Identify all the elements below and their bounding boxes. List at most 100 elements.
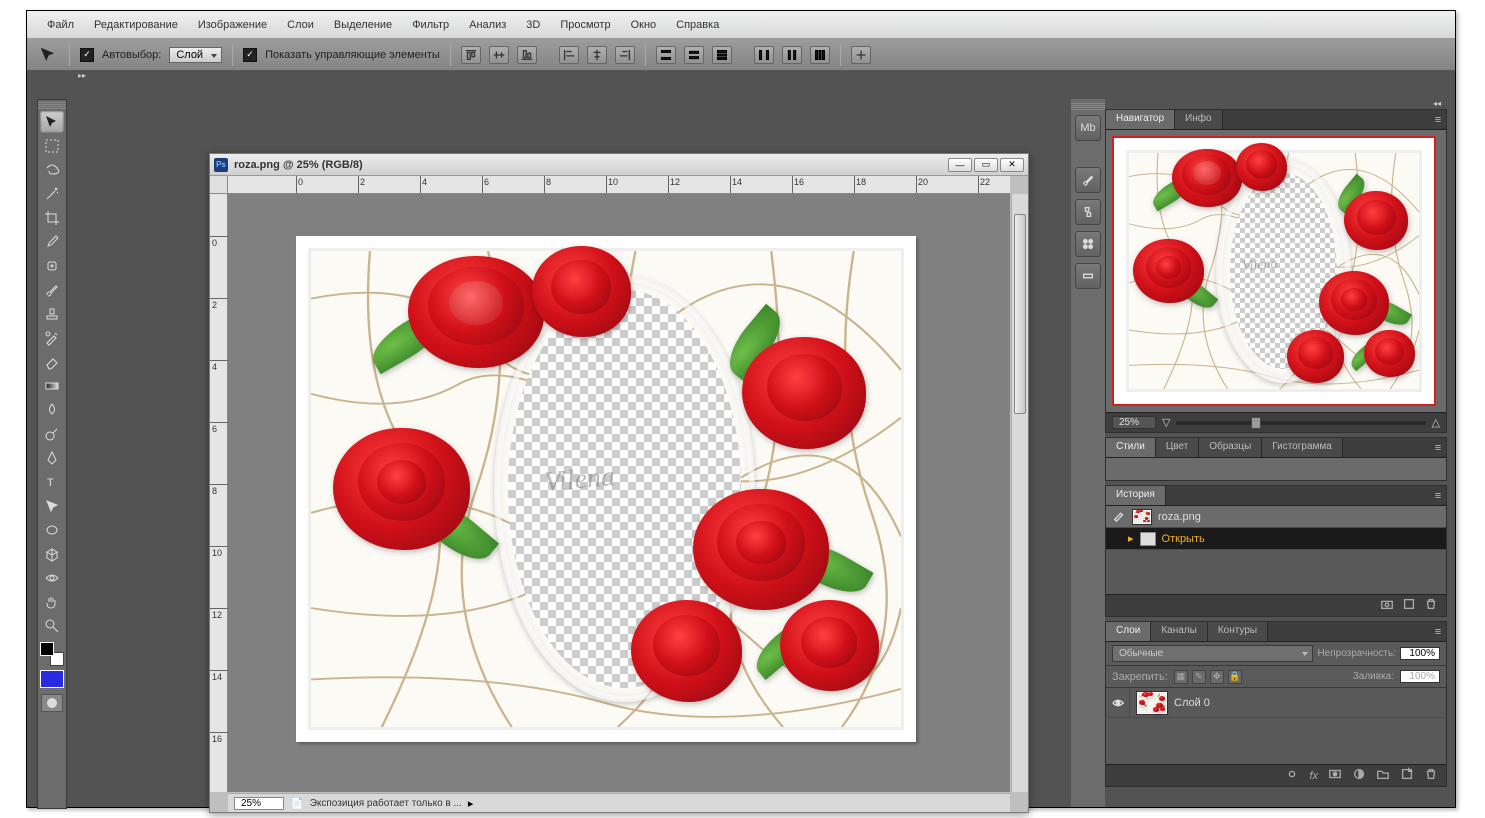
gradient-tool-icon[interactable] bbox=[40, 375, 64, 397]
distribute-top-icon[interactable] bbox=[656, 46, 676, 64]
new-layer-icon[interactable] bbox=[1400, 767, 1414, 784]
zoom-tool-icon[interactable] bbox=[40, 615, 64, 637]
adjustment-layer-icon[interactable] bbox=[1352, 767, 1366, 784]
layer-style-icon[interactable]: fx bbox=[1309, 770, 1318, 782]
window-close-icon[interactable]: ✕ bbox=[1000, 158, 1024, 172]
zoom-out-icon[interactable]: ▽ bbox=[1162, 416, 1170, 429]
align-hcenter-icon[interactable] bbox=[587, 46, 607, 64]
new-snapshot-icon[interactable] bbox=[1380, 597, 1394, 614]
panel-menu-icon[interactable]: ≡ bbox=[1430, 622, 1446, 641]
distribute-bottom-icon[interactable] bbox=[712, 46, 732, 64]
menu-window[interactable]: Окно bbox=[621, 15, 667, 35]
brush-panel-icon[interactable] bbox=[1075, 167, 1101, 193]
layer-mask-icon[interactable] bbox=[1328, 767, 1342, 784]
distribute-vcenter-icon[interactable] bbox=[684, 46, 704, 64]
auto-select-checkbox[interactable]: ✓ bbox=[80, 48, 94, 62]
ruler-horizontal[interactable]: 0246810121416182022 bbox=[228, 176, 1010, 194]
fill-value[interactable]: 100% bbox=[1400, 670, 1440, 683]
history-source-row[interactable]: Vilena roza.png bbox=[1106, 506, 1446, 528]
tab-history[interactable]: История bbox=[1106, 486, 1166, 505]
tab-styles[interactable]: Стили bbox=[1106, 438, 1156, 457]
brush-tool-icon[interactable] bbox=[40, 279, 64, 301]
navigator-zoom-value[interactable]: 25% bbox=[1112, 416, 1156, 429]
document-titlebar[interactable]: Ps roza.png @ 25% (RGB/8) — ▭ ✕ bbox=[210, 154, 1028, 176]
distribute-hcenter-icon[interactable] bbox=[782, 46, 802, 64]
foreground-color[interactable] bbox=[40, 642, 54, 656]
history-brush-tool-icon[interactable] bbox=[40, 327, 64, 349]
panel-menu-icon[interactable]: ≡ bbox=[1430, 438, 1446, 457]
menu-select[interactable]: Выделение bbox=[324, 15, 402, 35]
tab-paths[interactable]: Контуры bbox=[1208, 622, 1268, 641]
path-select-tool-icon[interactable] bbox=[40, 495, 64, 517]
healing-tool-icon[interactable] bbox=[40, 255, 64, 277]
link-layers-icon[interactable] bbox=[1285, 767, 1299, 784]
lock-transparent-icon[interactable]: ▦ bbox=[1174, 670, 1188, 684]
align-vcenter-icon[interactable] bbox=[489, 46, 509, 64]
tab-histogram[interactable]: Гистограмма bbox=[1262, 438, 1343, 457]
canvas[interactable]: Vilena bbox=[296, 236, 916, 742]
3d-camera-tool-icon[interactable] bbox=[40, 567, 64, 589]
menu-view[interactable]: Просмотр bbox=[550, 15, 620, 35]
stamp-tool-icon[interactable] bbox=[40, 303, 64, 325]
shape-tool-icon[interactable] bbox=[40, 519, 64, 541]
status-menu-icon[interactable]: ▸ bbox=[468, 797, 474, 810]
dock-grip[interactable] bbox=[1071, 103, 1105, 111]
menu-layers[interactable]: Слои bbox=[277, 15, 324, 35]
layer-thumbnail[interactable]: Vilena bbox=[1136, 691, 1168, 715]
toolbox-grip[interactable] bbox=[38, 102, 66, 110]
zoom-in-icon[interactable]: △ bbox=[1432, 416, 1440, 429]
tab-info[interactable]: Инфо bbox=[1175, 110, 1223, 129]
3d-tool-icon[interactable] bbox=[40, 543, 64, 565]
align-bottom-icon[interactable] bbox=[517, 46, 537, 64]
delete-icon[interactable] bbox=[1424, 597, 1438, 614]
menu-file[interactable]: Файл bbox=[37, 15, 84, 35]
menu-help[interactable]: Справка bbox=[666, 15, 729, 35]
clone-panel-icon[interactable] bbox=[1075, 199, 1101, 225]
menu-filter[interactable]: Фильтр bbox=[402, 15, 459, 35]
panel-collapse-icon[interactable]: ▸▸ bbox=[67, 71, 97, 81]
distribute-left-icon[interactable] bbox=[754, 46, 774, 64]
tab-navigator[interactable]: Навигатор bbox=[1106, 110, 1175, 129]
crop-tool-icon[interactable] bbox=[40, 207, 64, 229]
panel-menu-icon[interactable]: ≡ bbox=[1430, 110, 1446, 129]
panel-menu-icon[interactable]: ≡ bbox=[1430, 486, 1446, 505]
layer-visibility-icon[interactable] bbox=[1106, 688, 1130, 717]
lasso-tool-icon[interactable] bbox=[40, 159, 64, 181]
window-minimize-icon[interactable]: — bbox=[948, 158, 972, 172]
window-maximize-icon[interactable]: ▭ bbox=[974, 158, 998, 172]
marquee-tool-icon[interactable] bbox=[40, 135, 64, 157]
brush-presets-icon[interactable] bbox=[1075, 231, 1101, 257]
history-step-row[interactable]: ▸ Открыть bbox=[1106, 528, 1446, 550]
lock-pixels-icon[interactable]: ✎ bbox=[1192, 670, 1206, 684]
new-doc-icon[interactable] bbox=[1402, 597, 1416, 614]
blend-mode-dropdown[interactable]: Обычные bbox=[1112, 645, 1313, 662]
layer-name[interactable]: Слой 0 bbox=[1174, 697, 1210, 709]
eyedropper-tool-icon[interactable] bbox=[40, 231, 64, 253]
layer-row[interactable]: Vilena Слой 0 bbox=[1106, 688, 1446, 718]
distribute-right-icon[interactable] bbox=[810, 46, 830, 64]
layer-group-icon[interactable] bbox=[1376, 767, 1390, 784]
blur-tool-icon[interactable] bbox=[40, 399, 64, 421]
pen-tool-icon[interactable] bbox=[40, 447, 64, 469]
tool-presets-icon[interactable] bbox=[1075, 263, 1101, 289]
navigator-thumbnail[interactable]: Vilena bbox=[1112, 136, 1436, 406]
minibridge-icon[interactable]: Mb bbox=[1075, 115, 1101, 141]
auto-align-icon[interactable] bbox=[851, 46, 871, 64]
show-transform-checkbox[interactable]: ✓ bbox=[243, 48, 257, 62]
lock-position-icon[interactable]: ✥ bbox=[1210, 670, 1224, 684]
navigator-zoom-slider[interactable] bbox=[1176, 421, 1425, 425]
hand-tool-icon[interactable] bbox=[40, 591, 64, 613]
opacity-value[interactable]: 100% bbox=[1400, 647, 1440, 660]
lock-all-icon[interactable]: 🔒 bbox=[1228, 670, 1242, 684]
move-tool-icon[interactable] bbox=[40, 111, 64, 133]
delete-layer-icon[interactable] bbox=[1424, 767, 1438, 784]
dodge-tool-icon[interactable] bbox=[40, 423, 64, 445]
eraser-tool-icon[interactable] bbox=[40, 351, 64, 373]
menu-image[interactable]: Изображение bbox=[188, 15, 277, 35]
scrollbar-vertical[interactable] bbox=[1011, 194, 1028, 792]
menu-analysis[interactable]: Анализ bbox=[459, 15, 516, 35]
color-swatches[interactable] bbox=[40, 642, 64, 666]
align-top-icon[interactable] bbox=[461, 46, 481, 64]
wand-tool-icon[interactable] bbox=[40, 183, 64, 205]
tab-layers[interactable]: Слои bbox=[1106, 622, 1151, 641]
